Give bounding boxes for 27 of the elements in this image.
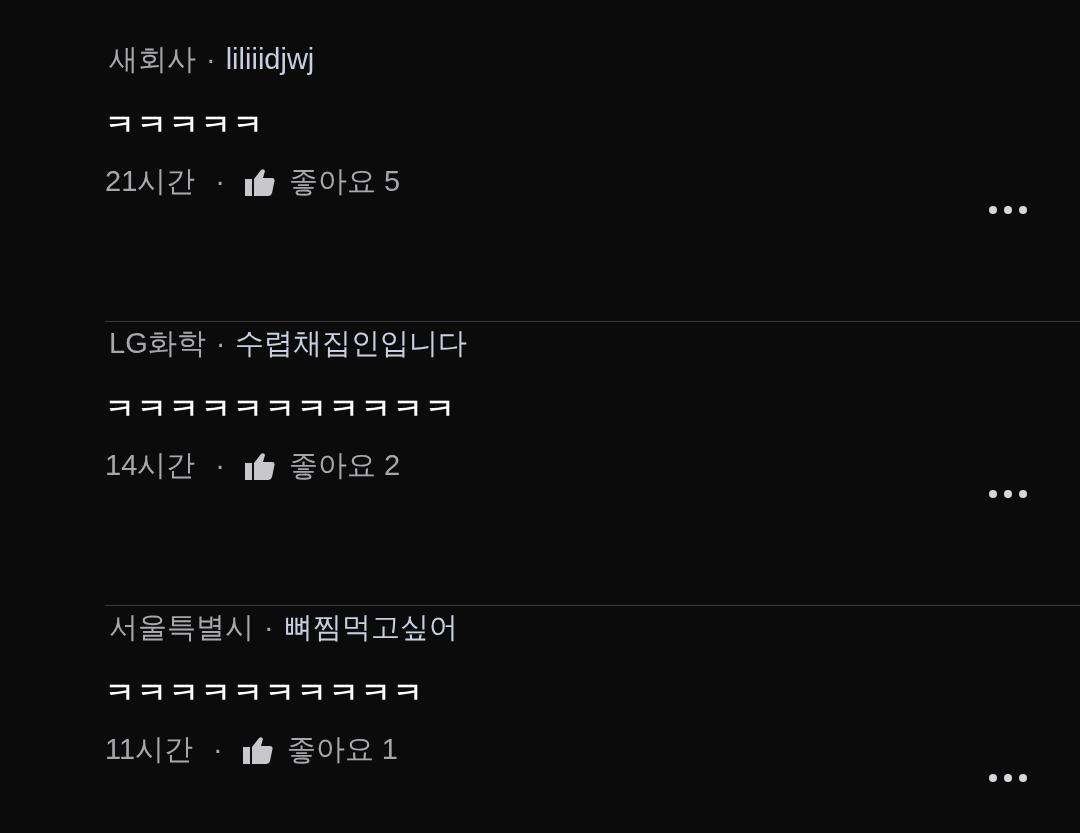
more-icon[interactable]	[988, 773, 1028, 783]
comment-text: ㅋㅋㅋㅋㅋㅋㅋㅋㅋㅋㅋ	[105, 390, 457, 427]
comment-text: ㅋㅋㅋㅋㅋ	[105, 106, 265, 143]
comment-text: ㅋㅋㅋㅋㅋㅋㅋㅋㅋㅋ	[105, 674, 425, 711]
time-label: 11시간	[105, 732, 194, 768]
separator-dot: ·	[215, 326, 226, 362]
nickname[interactable]: liliiidjwj	[225, 38, 315, 82]
separator-dot: ·	[213, 732, 223, 768]
region-label: 서울특별시	[109, 610, 254, 646]
region-label: LG화학	[109, 326, 206, 362]
like-count[interactable]: 좋아요 5	[288, 160, 401, 204]
thumbs-up-icon[interactable]	[244, 168, 275, 196]
separator-dot: ·	[215, 164, 225, 200]
time-label: 21시간	[105, 164, 196, 200]
more-icon[interactable]	[988, 489, 1028, 499]
separator-dot: ·	[215, 448, 225, 484]
region-label: 새회사	[109, 42, 196, 78]
nickname[interactable]: 뼈찜먹고싶어	[283, 606, 458, 650]
thumbs-up-icon[interactable]	[244, 452, 275, 480]
like-count[interactable]: 좋아요 2	[288, 444, 401, 488]
separator-dot: ·	[264, 610, 274, 646]
thumbs-up-icon[interactable]	[242, 736, 273, 764]
like-count[interactable]: 좋아요 1	[286, 728, 398, 772]
nickname[interactable]: 수렵채집인입니다	[235, 322, 468, 366]
time-label: 14시간	[105, 448, 196, 484]
separator-dot: ·	[206, 42, 216, 78]
more-icon[interactable]	[988, 205, 1028, 215]
